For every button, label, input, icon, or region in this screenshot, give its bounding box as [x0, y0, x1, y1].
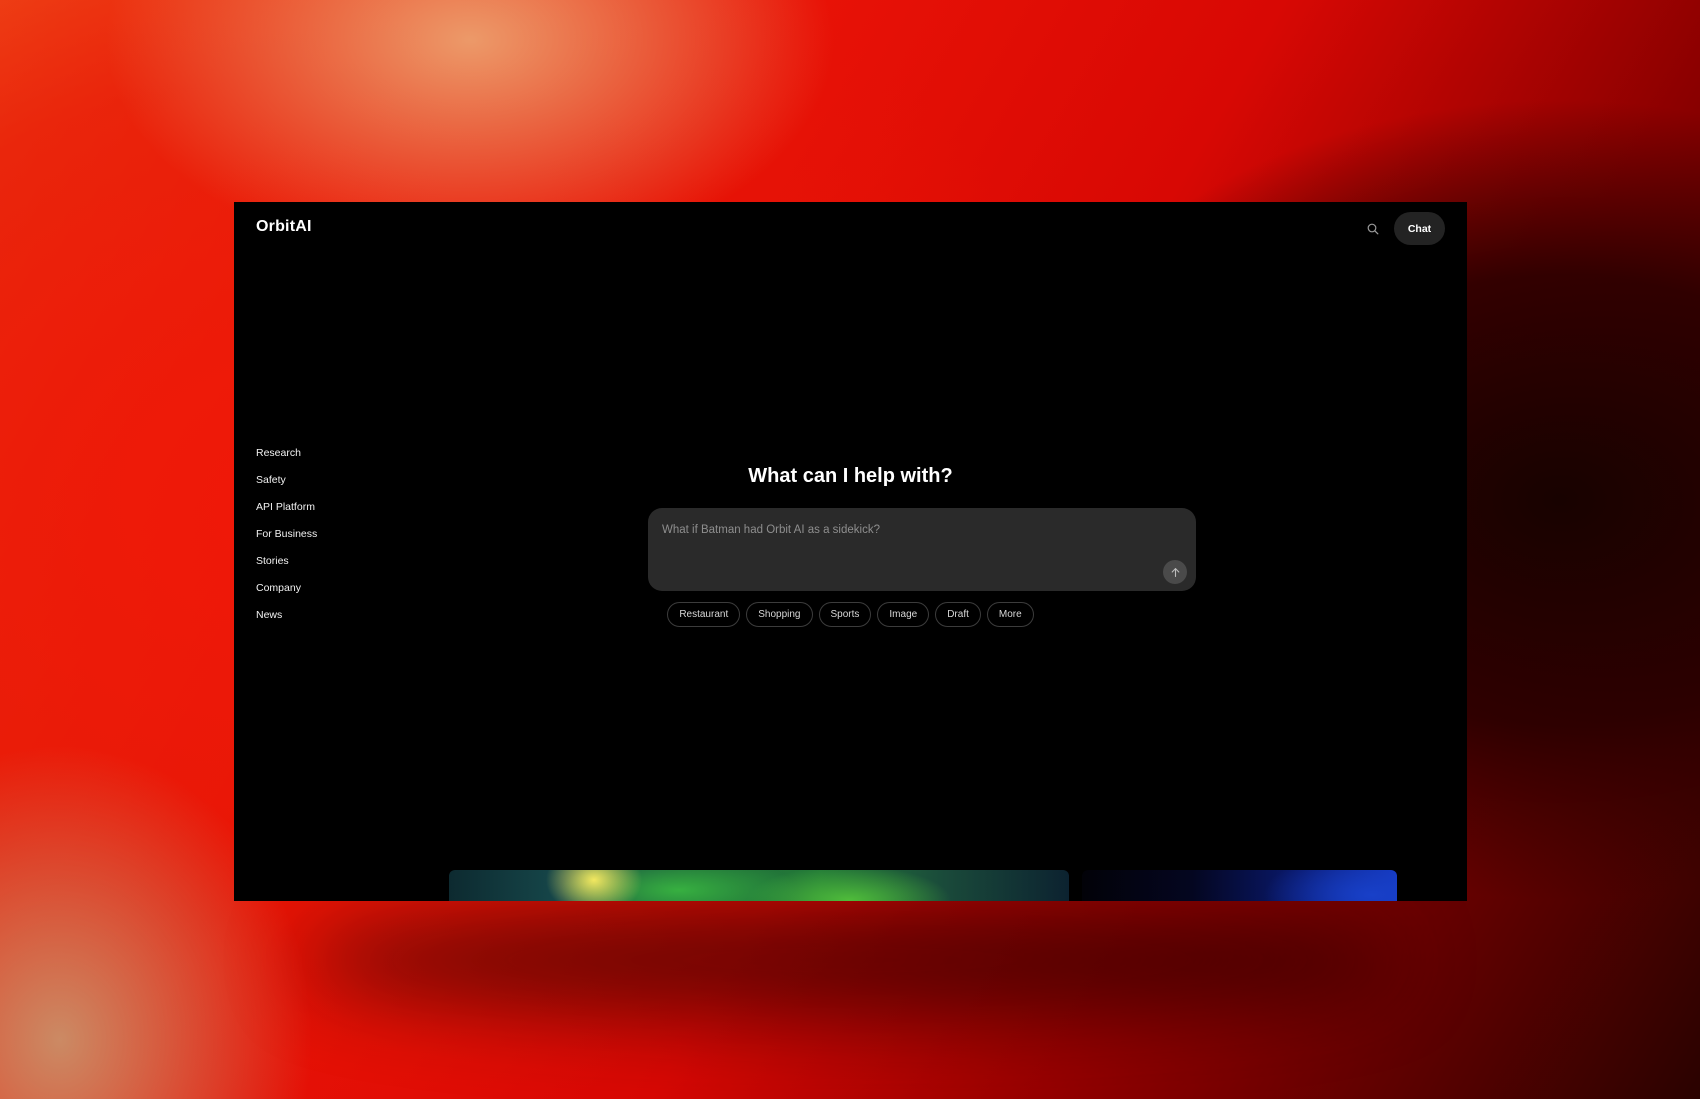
logo[interactable]: OrbitAI [256, 218, 312, 236]
chat-button[interactable]: Chat [1394, 212, 1445, 245]
search-icon [1367, 223, 1379, 235]
arrow-up-icon [1171, 567, 1179, 577]
page-title: What can I help with? [748, 465, 953, 487]
chip-restaurant[interactable]: Restaurant [667, 602, 741, 627]
browser-window: OrbitAI Chat Research Safety API Platfor… [234, 202, 1467, 901]
suggestion-chips: Restaurant Shopping Sports Image Draft M… [234, 602, 1467, 627]
sidebar-item-api-platform[interactable]: API Platform [256, 500, 317, 527]
sidebar-item-stories[interactable]: Stories [256, 554, 317, 581]
search-button[interactable] [1363, 219, 1383, 239]
featured-card-green[interactable] [449, 870, 1069, 901]
prompt-input[interactable] [662, 520, 1162, 540]
chip-image[interactable]: Image [877, 602, 930, 627]
chip-draft[interactable]: Draft [935, 602, 981, 627]
sidebar-item-for-business[interactable]: For Business [256, 527, 317, 554]
chip-sports[interactable]: Sports [818, 602, 872, 627]
chip-more[interactable]: More [986, 602, 1034, 627]
send-button[interactable] [1163, 560, 1187, 584]
featured-card-blue[interactable] [1082, 870, 1397, 901]
chip-shopping[interactable]: Shopping [746, 602, 813, 627]
window-shadow [300, 900, 1400, 1020]
prompt-box [648, 508, 1196, 591]
